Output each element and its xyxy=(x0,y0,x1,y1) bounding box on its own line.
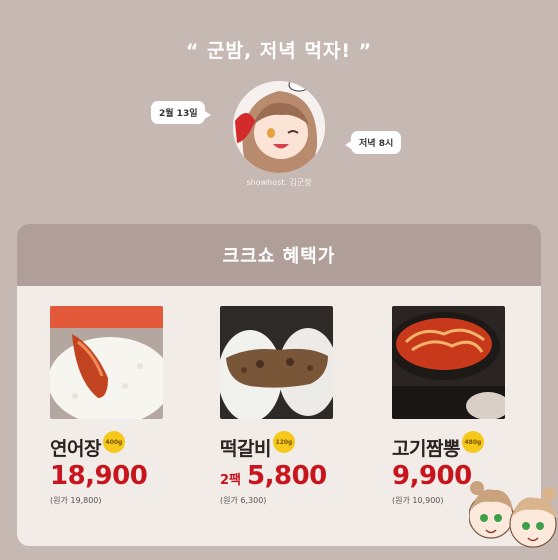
product-name-row: 연어장 400g xyxy=(50,431,210,461)
weight-badge: 120g xyxy=(272,431,295,453)
deal-title: 크크쇼 혜택가 xyxy=(222,246,336,267)
product-name-row: 떡갈비 120g xyxy=(220,431,380,461)
date-bubble: 2월 13일 xyxy=(151,101,213,124)
price-row: 18,900 xyxy=(50,461,210,491)
product-salmon[interactable]: 연어장 400g 18,900 (원가 19,800) xyxy=(50,306,210,506)
salmon-rice-image xyxy=(50,306,163,419)
tteokgalbi-image xyxy=(220,306,333,419)
time-bubble: 저녁 8시 xyxy=(344,131,402,154)
pack-count: 2팩 xyxy=(220,473,242,488)
product-photo-jjamppong[interactable] xyxy=(392,306,505,419)
host-avatar xyxy=(233,81,325,173)
product-name: 연어장 xyxy=(50,438,101,460)
host-name: showhost. 김군장 xyxy=(246,178,312,187)
weight-badge: 400g xyxy=(102,431,125,453)
jjamppong-image xyxy=(392,306,505,419)
product-photo-tteokgalbi[interactable] xyxy=(220,306,333,419)
weight-badge: 480g xyxy=(461,431,484,453)
product-name-row: 고기짬뽕 480g xyxy=(392,431,541,461)
deal-card-header: 크크쇼 혜택가 xyxy=(17,224,541,286)
hero-title: “ 군밤, 저녁 먹자! ” xyxy=(185,40,373,62)
product-name: 고기짬뽕 xyxy=(392,438,460,460)
sale-price: 9,900 xyxy=(392,461,472,491)
product-jjamppong[interactable]: 고기짬뽕 480g 9,900 (원가 10,900) xyxy=(392,306,541,506)
product-photo-salmon[interactable] xyxy=(50,306,163,419)
price-row: 2팩 5,800 xyxy=(220,461,380,491)
deal-card: 크크쇼 혜택가 연어장 400g 18,900 (원가 19,800) 떡갈비 … xyxy=(17,224,541,546)
mascots xyxy=(468,480,558,560)
host-avatar-illustration xyxy=(233,81,325,173)
twin-mascots-illustration xyxy=(468,481,557,548)
original-price: (원가 19,800) xyxy=(50,496,102,505)
sale-price: 5,800 xyxy=(247,461,327,491)
product-name: 떡갈비 xyxy=(220,438,271,460)
sale-price: 18,900 xyxy=(50,461,148,491)
original-price: (원가 6,300) xyxy=(220,496,267,505)
product-tteokgalbi[interactable]: 떡갈비 120g 2팩 5,800 (원가 6,300) xyxy=(220,306,380,506)
